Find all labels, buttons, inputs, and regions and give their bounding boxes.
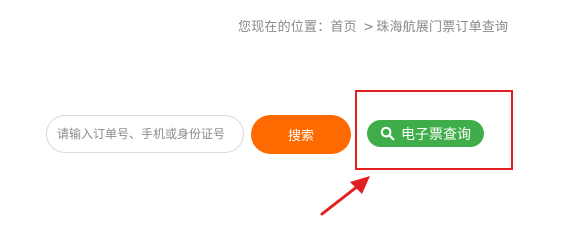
breadcrumb-prefix: 您现在的位置：	[238, 20, 331, 35]
search-button[interactable]: 搜索	[251, 115, 351, 154]
eticket-query-button[interactable]: 电子票查询	[367, 120, 484, 147]
search-icon	[380, 126, 395, 141]
breadcrumb-home-link[interactable]: 首页	[330, 20, 356, 35]
breadcrumb: 您现在的位置：首页 > 珠海航展门票订单查询	[238, 16, 508, 35]
annotation-arrow-icon	[318, 172, 378, 222]
breadcrumb-current: 珠海航展门票订单查询	[376, 20, 509, 35]
breadcrumb-separator: >	[363, 20, 375, 35]
order-search-input[interactable]	[46, 115, 244, 153]
eticket-query-label: 电子票查询	[401, 126, 471, 143]
